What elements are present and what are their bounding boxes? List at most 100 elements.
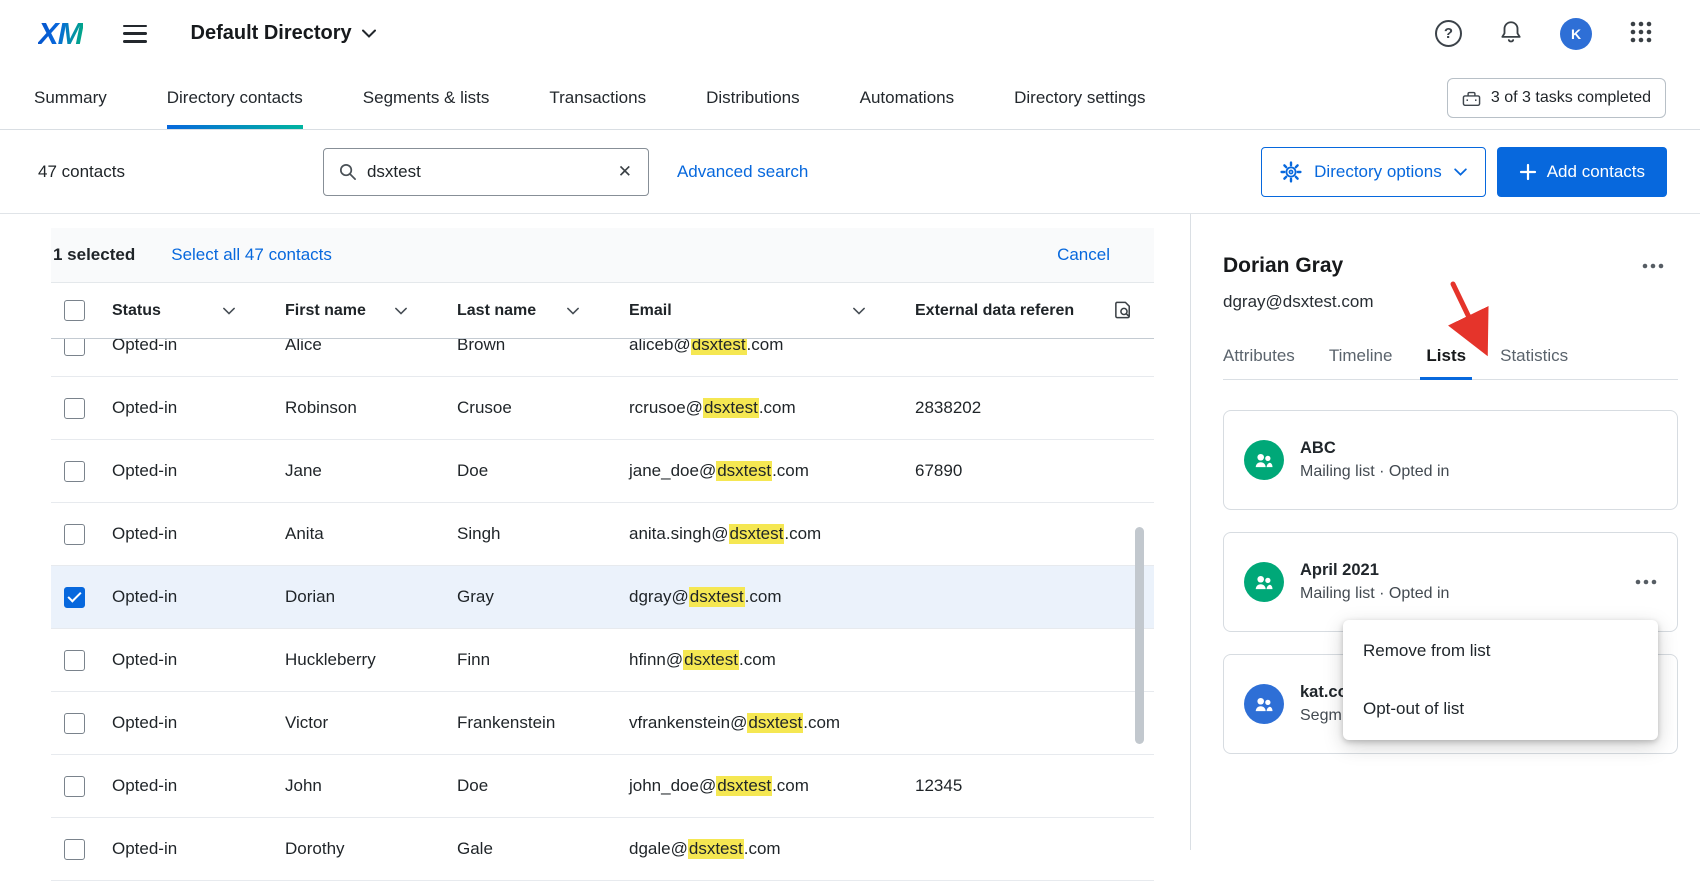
cell-external-data-reference: 67890 — [915, 440, 1154, 502]
cell-first-name: Jane — [285, 440, 457, 502]
tab-segments-lists[interactable]: Segments & lists — [363, 67, 490, 129]
list-card[interactable]: April 2021 Mailing list · Opted in — [1223, 532, 1678, 632]
cell-external-data-reference — [915, 566, 1154, 628]
cell-email: hfinn@dsxtest.com — [629, 629, 915, 691]
directory-options-label: Directory options — [1314, 162, 1442, 182]
list-card[interactable]: ABC Mailing list · Opted in — [1223, 410, 1678, 510]
tab-transactions[interactable]: Transactions — [549, 67, 646, 129]
list-meta: Mailing list · Opted in — [1300, 463, 1449, 481]
cell-email: anita.singh@dsxtest.com — [629, 503, 915, 565]
chevron-down-icon[interactable] — [223, 307, 235, 315]
search-highlight: dsxtest — [688, 839, 744, 859]
cell-external-data-reference — [915, 629, 1154, 691]
chevron-down-icon — [362, 29, 376, 38]
app-header: XM Default Directory ? K — [0, 0, 1700, 67]
directory-options-button[interactable]: Directory options — [1261, 147, 1486, 197]
cell-email: john_doe@dsxtest.com — [629, 755, 915, 817]
cell-status: Opted-in — [97, 503, 285, 565]
search-highlight: dsxtest — [716, 461, 772, 481]
table-row-selected[interactable]: Opted-in Dorian Gray dgray@dsxtest.com — [51, 566, 1154, 629]
list-more-menu-icon[interactable] — [1635, 579, 1657, 585]
row-checkbox[interactable] — [64, 776, 85, 797]
menu-item-remove-from-list[interactable]: Remove from list — [1343, 622, 1658, 680]
column-preview-icon[interactable] — [1113, 300, 1134, 321]
cell-email: aliceb@dsxtest.com — [629, 339, 915, 376]
apps-waffle-icon[interactable] — [1628, 19, 1654, 48]
tab-attributes[interactable]: Attributes — [1223, 346, 1295, 379]
table-row[interactable]: Opted-in Robinson Crusoe rcrusoe@dsxtest… — [51, 377, 1154, 440]
detail-tabs: Attributes Timeline Lists Statistics — [1223, 346, 1678, 380]
column-header-first-name[interactable]: First name — [285, 283, 457, 338]
cell-status: Opted-in — [97, 818, 285, 880]
search-highlight: dsxtest — [691, 339, 747, 355]
cell-first-name: Victor — [285, 692, 457, 754]
table-row[interactable]: Opted-in Anita Singh anita.singh@dsxtest… — [51, 503, 1154, 566]
toolbar: 47 contacts ✕ Advanced search Directory … — [0, 130, 1700, 214]
column-header-last-name[interactable]: Last name — [457, 283, 629, 338]
search-box[interactable]: ✕ — [323, 148, 649, 196]
contact-more-menu-icon[interactable] — [1642, 263, 1664, 269]
select-all-checkbox[interactable] — [64, 300, 85, 321]
tab-statistics[interactable]: Statistics — [1500, 346, 1568, 379]
row-checkbox[interactable] — [64, 524, 85, 545]
table-row[interactable]: Opted-in Victor Frankenstein vfrankenste… — [51, 692, 1154, 755]
cell-email: vfrankenstein@dsxtest.com — [629, 692, 915, 754]
select-all-link[interactable]: Select all 47 contacts — [171, 245, 332, 265]
directory-selector[interactable]: Default Directory — [191, 22, 376, 45]
row-checkbox[interactable] — [64, 713, 85, 734]
table-row[interactable]: Opted-in John Doe john_doe@dsxtest.com 1… — [51, 755, 1154, 818]
xm-logo: XM — [38, 16, 83, 52]
cell-first-name: Anita — [285, 503, 457, 565]
cell-first-name: John — [285, 755, 457, 817]
notifications-bell-icon[interactable] — [1498, 19, 1524, 48]
search-highlight: dsxtest — [689, 587, 745, 607]
row-checkbox[interactable] — [64, 839, 85, 860]
row-checkbox-checked[interactable] — [64, 587, 85, 608]
cell-external-data-reference: 2838202 — [915, 377, 1154, 439]
tab-lists[interactable]: Lists — [1426, 346, 1466, 379]
row-checkbox[interactable] — [64, 461, 85, 482]
cancel-link[interactable]: Cancel — [1057, 245, 1110, 265]
cell-last-name: Frankenstein — [457, 692, 629, 754]
column-header-email[interactable]: Email — [629, 283, 915, 338]
tab-directory-settings[interactable]: Directory settings — [1014, 67, 1145, 129]
help-icon[interactable]: ? — [1435, 20, 1462, 47]
tab-distributions[interactable]: Distributions — [706, 67, 800, 129]
chevron-down-icon[interactable] — [395, 307, 407, 315]
cell-external-data-reference — [915, 818, 1154, 880]
tasks-badge[interactable]: 3 of 3 tasks completed — [1447, 78, 1666, 118]
chevron-down-icon[interactable] — [567, 307, 579, 315]
tab-timeline[interactable]: Timeline — [1329, 346, 1393, 379]
column-header-status[interactable]: Status — [97, 283, 285, 338]
list-meta: Mailing list · Opted in — [1300, 585, 1449, 603]
row-checkbox[interactable] — [64, 339, 85, 356]
toolbox-icon — [1462, 90, 1481, 107]
column-label: Email — [629, 302, 672, 320]
search-input[interactable] — [367, 162, 606, 182]
table-row[interactable]: Opted-in Alice Brown aliceb@dsxtest.com — [51, 339, 1154, 377]
search-highlight: dsxtest — [716, 776, 772, 796]
table-row[interactable]: Opted-in Huckleberry Finn hfinn@dsxtest.… — [51, 629, 1154, 692]
tab-summary[interactable]: Summary — [34, 67, 107, 129]
avatar[interactable]: K — [1560, 18, 1592, 50]
plus-icon — [1519, 163, 1537, 181]
primary-nav: Summary Directory contacts Segments & li… — [0, 67, 1700, 130]
add-contacts-button[interactable]: Add contacts — [1497, 147, 1667, 197]
row-checkbox[interactable] — [64, 650, 85, 671]
tab-automations[interactable]: Automations — [860, 67, 955, 129]
chevron-down-icon[interactable] — [853, 307, 865, 315]
menu-item-opt-out-of-list[interactable]: Opt-out of list — [1343, 680, 1658, 738]
row-checkbox[interactable] — [64, 398, 85, 419]
hamburger-menu-icon[interactable] — [123, 25, 147, 43]
table-header: Status First name Last name Email Extern… — [51, 282, 1154, 339]
search-highlight: dsxtest — [747, 713, 803, 733]
table-scrollbar-thumb[interactable] — [1135, 527, 1144, 744]
advanced-search-link[interactable]: Advanced search — [677, 162, 808, 182]
table-row[interactable]: Opted-in Jane Doe jane_doe@dsxtest.com 6… — [51, 440, 1154, 503]
cell-last-name: Doe — [457, 755, 629, 817]
cell-first-name: Dorothy — [285, 818, 457, 880]
cell-email: jane_doe@dsxtest.com — [629, 440, 915, 502]
clear-search-icon[interactable]: ✕ — [616, 162, 634, 182]
column-header-external-data-reference[interactable]: External data referen — [915, 283, 1154, 338]
tab-directory-contacts[interactable]: Directory contacts — [167, 67, 303, 129]
